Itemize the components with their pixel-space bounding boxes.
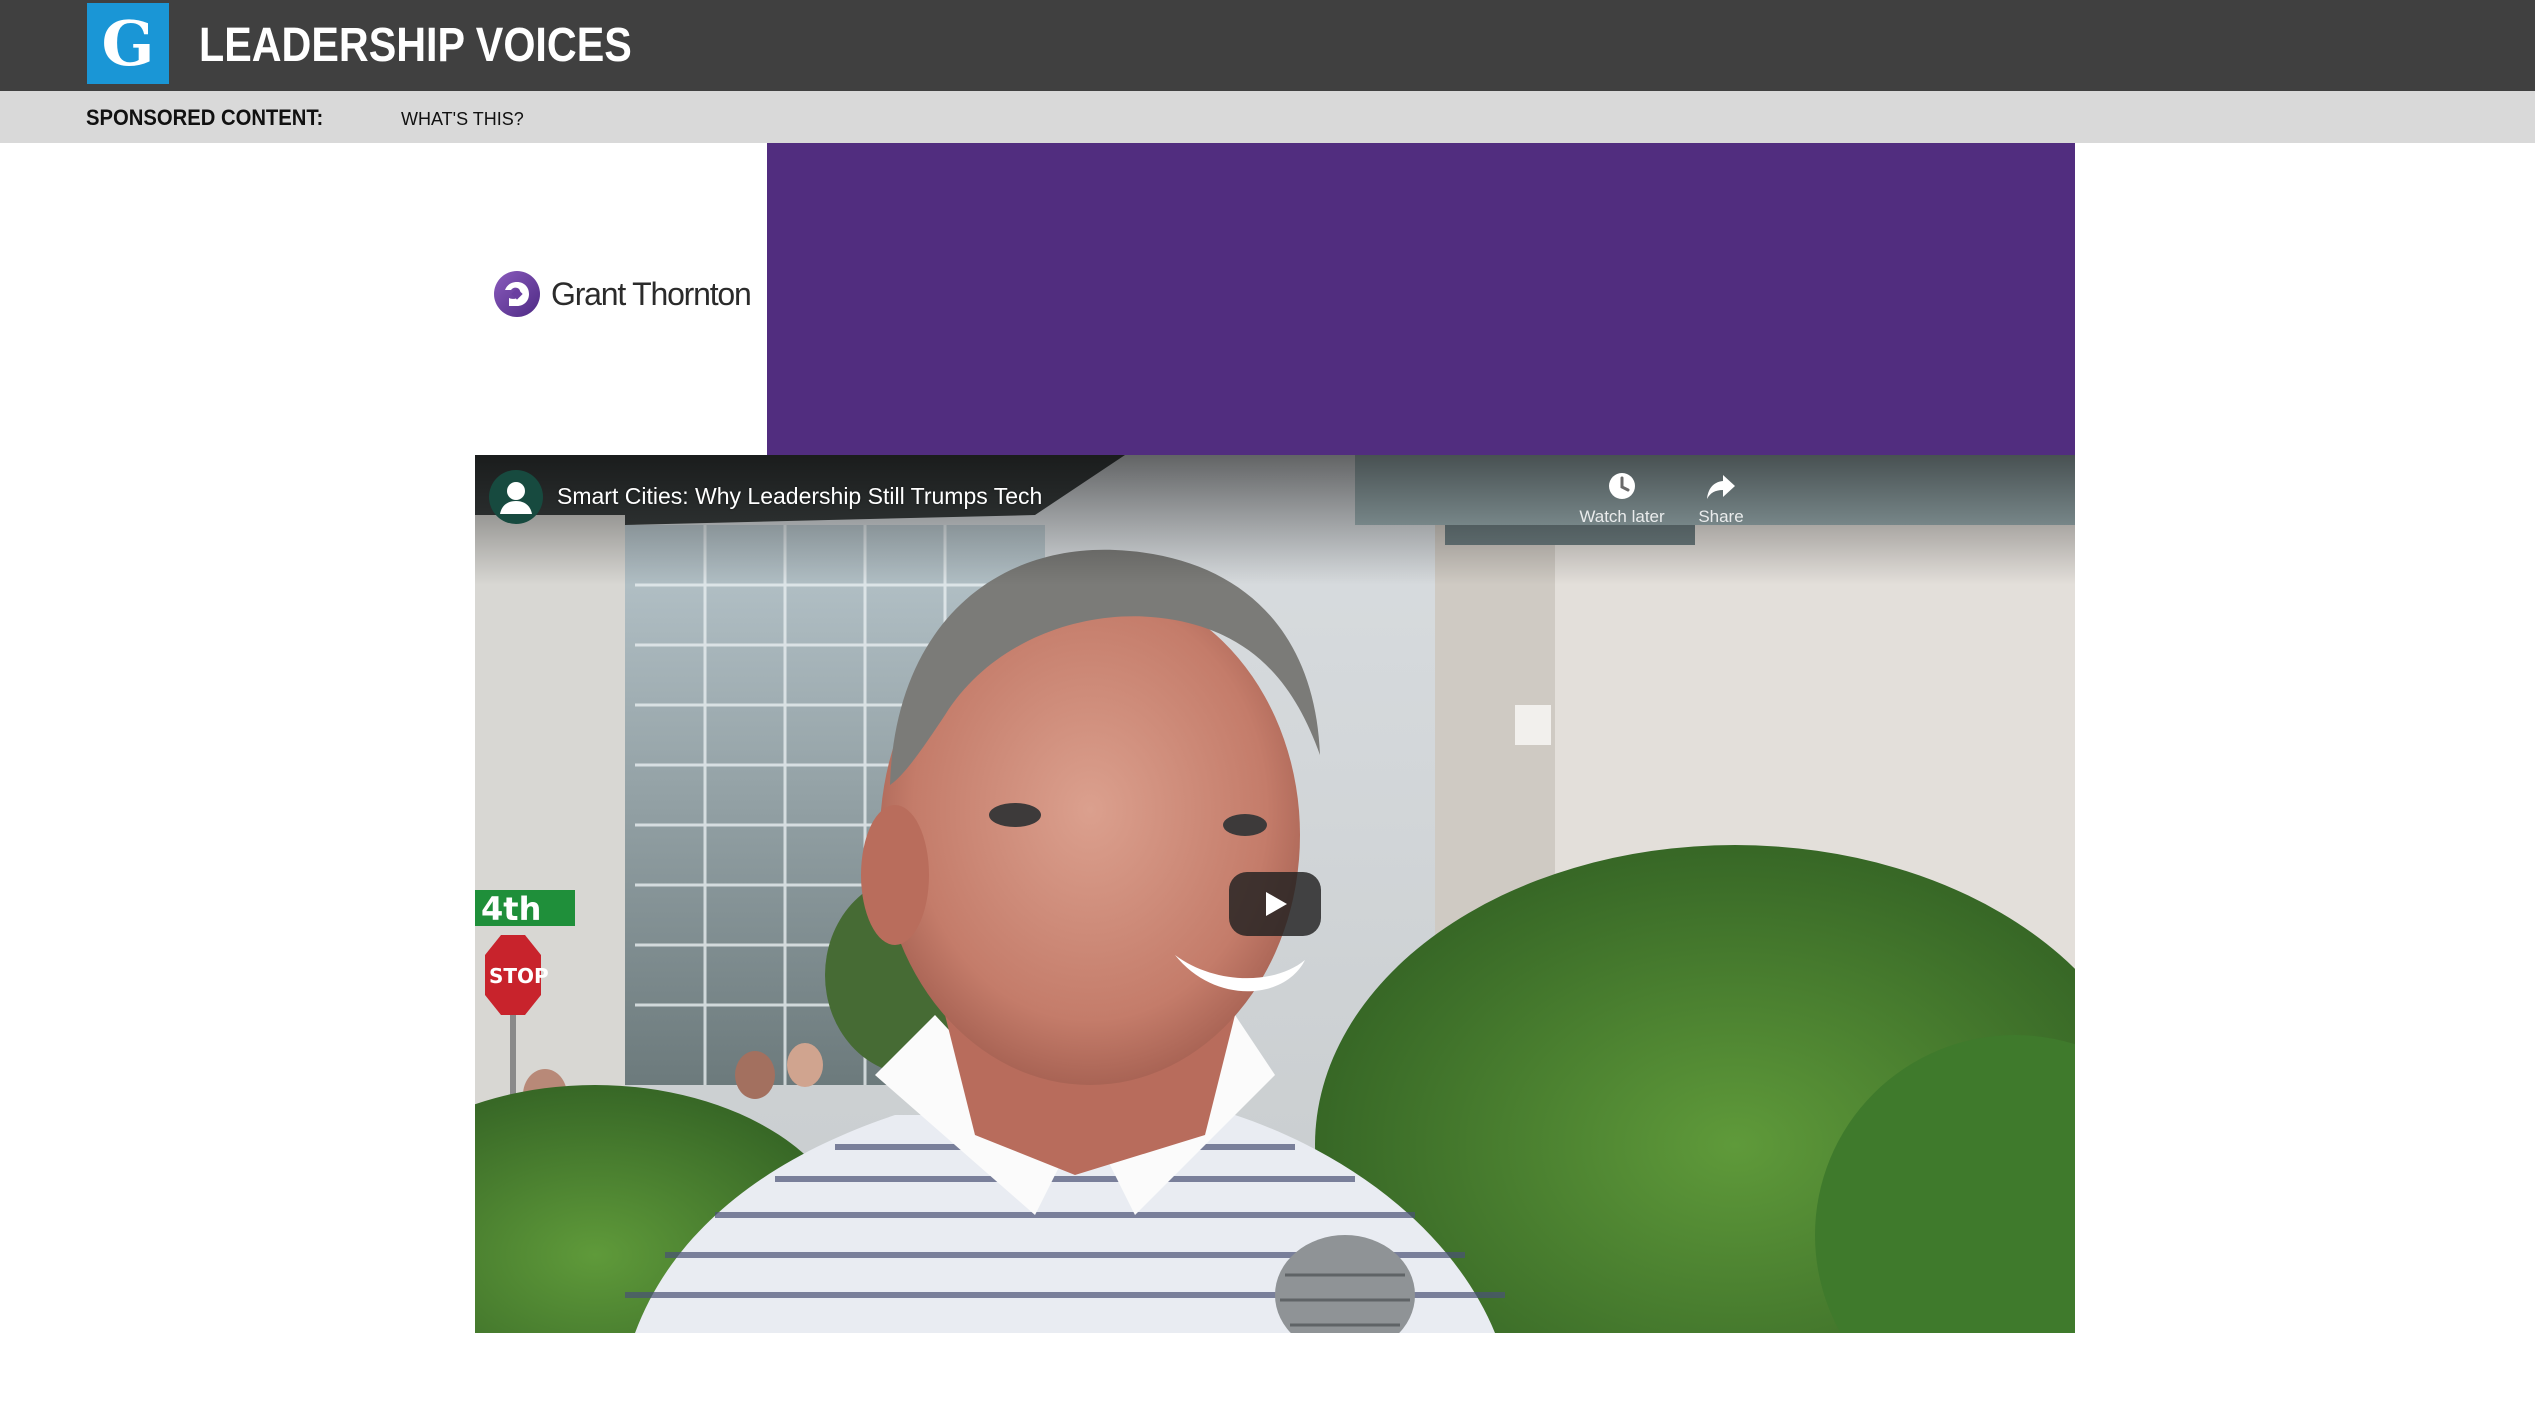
play-button[interactable]	[1229, 872, 1321, 936]
site-title[interactable]: LEADERSHIP VOICES	[199, 18, 632, 74]
play-icon	[1266, 892, 1287, 916]
street-sign-text: 4th	[481, 890, 541, 928]
clock-icon	[1609, 473, 1635, 499]
sponsored-content-label: SPONSORED CONTENT:	[86, 105, 324, 130]
share-label: Share	[1698, 507, 1744, 526]
sponsor-banner	[767, 143, 2075, 455]
channel-avatar-icon[interactable]	[489, 470, 543, 524]
video-player[interactable]: 4th STOP Smart Cities: Why Leadership St…	[475, 455, 2075, 1333]
share-button[interactable]: Share	[1666, 469, 1776, 527]
watch-later-button[interactable]: Watch later	[1567, 469, 1677, 527]
sponsor-brand[interactable]: Grant Thornton	[475, 143, 767, 455]
share-arrow-icon	[1707, 475, 1735, 499]
grant-thornton-logo-icon	[494, 271, 540, 317]
watch-later-label: Watch later	[1579, 507, 1665, 526]
sponsor-name: Grant Thornton	[551, 276, 752, 312]
site-header: G LEADERSHIP VOICES	[0, 0, 2535, 91]
stop-sign-text: STOP	[489, 964, 549, 988]
sponsored-bar: SPONSORED CONTENT: WHAT'S THIS?	[0, 91, 2535, 143]
video-title-overlay	[475, 455, 2075, 585]
whats-this-link[interactable]: WHAT'S THIS?	[401, 108, 524, 130]
video-title[interactable]: Smart Cities: Why Leadership Still Trump…	[557, 482, 1042, 510]
site-logo[interactable]: G	[87, 3, 169, 84]
